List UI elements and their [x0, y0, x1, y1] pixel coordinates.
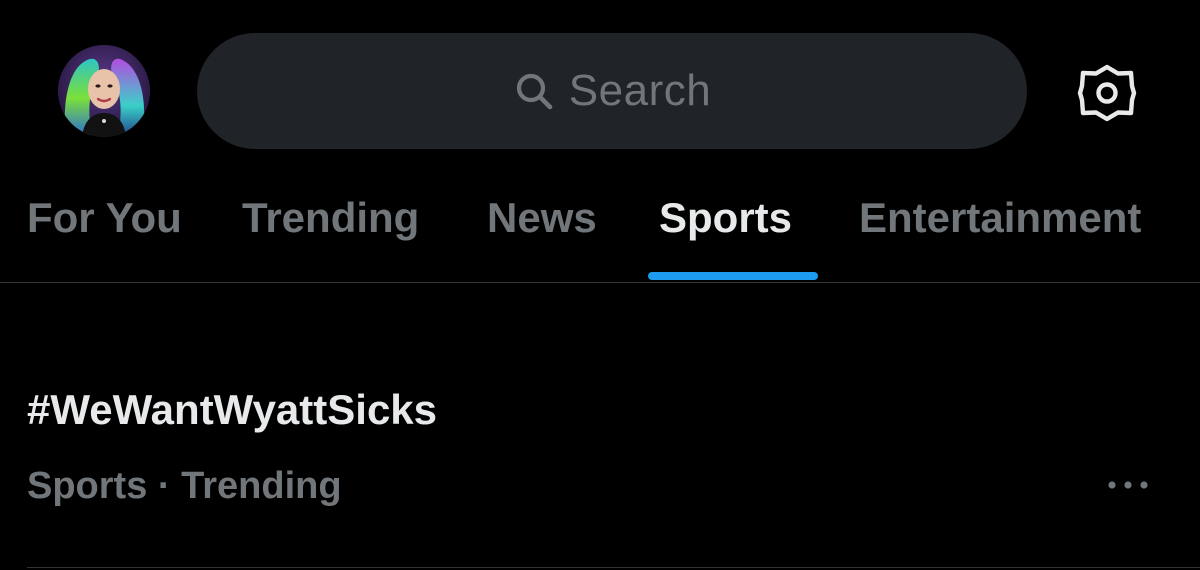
- avatar[interactable]: [58, 45, 150, 137]
- tab-entertainment[interactable]: Entertainment: [859, 178, 1174, 282]
- more-options-button[interactable]: [1100, 465, 1156, 505]
- tab-label: Sports: [659, 194, 793, 241]
- tab-label: Entertainment: [859, 194, 1142, 241]
- explore-tabs: For You Trending News Sports Entertainme…: [0, 178, 1200, 282]
- trend-item[interactable]: #WeWantWyattSicks Sports · Trending: [0, 283, 1200, 570]
- trend-divider: [27, 567, 1200, 568]
- active-tab-indicator: [648, 272, 818, 280]
- avatar-image: [58, 45, 150, 137]
- tab-for-you[interactable]: For You: [27, 178, 187, 282]
- tab-trending[interactable]: Trending: [242, 178, 434, 282]
- tab-sports[interactable]: Sports: [659, 178, 805, 282]
- search-placeholder: Search: [568, 66, 712, 115]
- gear-icon: [1076, 62, 1138, 124]
- trend-title: #WeWantWyattSicks: [27, 386, 438, 433]
- tab-label: For You: [27, 194, 182, 241]
- search-bar[interactable]: Search: [197, 33, 1027, 149]
- search-icon: [513, 70, 555, 112]
- tab-label: Trending: [242, 194, 420, 241]
- tab-label: News: [487, 194, 597, 241]
- settings-button[interactable]: [1076, 62, 1138, 124]
- more-horizontal-icon: [1106, 479, 1150, 491]
- trend-context: Sports · Trending: [27, 465, 342, 507]
- tab-news[interactable]: News: [487, 178, 607, 282]
